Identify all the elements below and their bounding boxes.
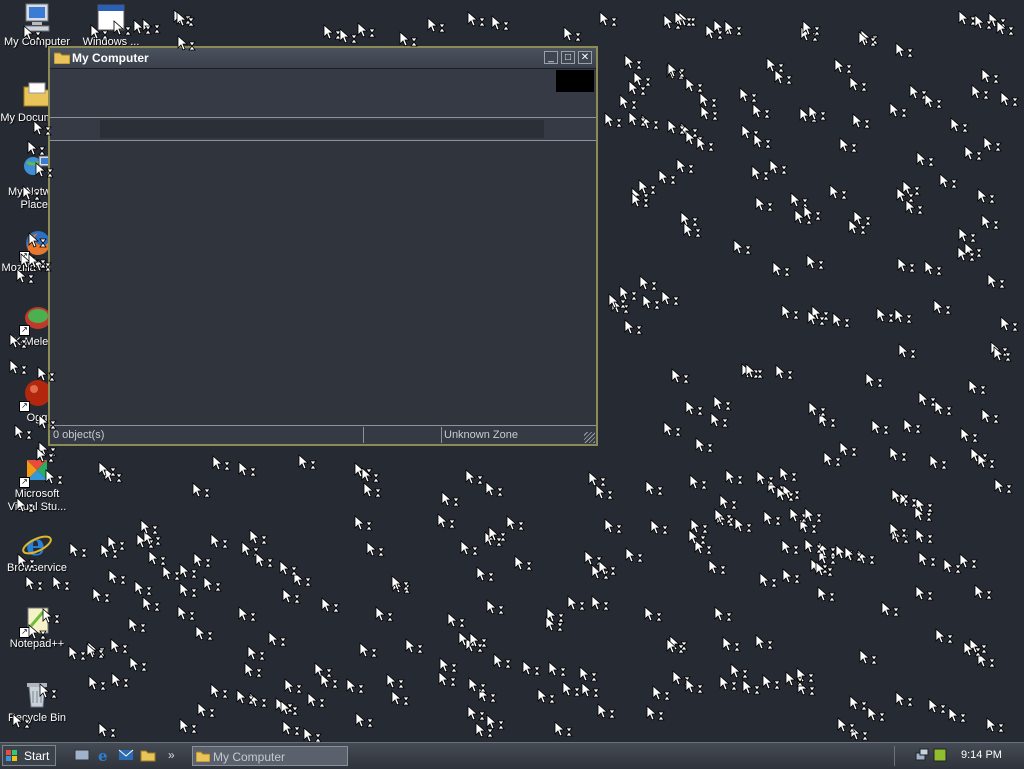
maximize-button[interactable]: □ [561, 51, 575, 64]
quick-launch-overflow[interactable]: » [168, 748, 175, 762]
shortcut-arrow-icon: ↗ [19, 251, 30, 262]
desktop-icon-browservice[interactable]: e Browservice [0, 528, 74, 575]
minimize-button[interactable]: _ [544, 51, 558, 64]
clock: 9:14 PM [961, 749, 1002, 761]
start-button[interactable]: Start [2, 745, 56, 766]
tray-app-icon[interactable] [933, 748, 947, 762]
shortcut-arrow-icon: ↗ [19, 325, 30, 336]
folder-icon [53, 51, 71, 65]
folder-content-pane[interactable] [50, 141, 596, 426]
window-app-icon [95, 2, 127, 34]
taskbar-button-label: My Computer [213, 750, 286, 764]
desktop-icon-windows-app[interactable]: Windows ... [74, 2, 148, 49]
status-zone: Unknown Zone [444, 429, 518, 441]
windows-throbber [556, 70, 594, 92]
status-bar: 0 object(s) Unknown Zone [50, 425, 596, 444]
address-field[interactable] [100, 120, 544, 138]
my-computer-window: My Computer _ □ ✕ 0 object(s) Unknown Zo… [48, 46, 598, 446]
show-desktop-icon[interactable] [74, 747, 90, 763]
desktop-icon-label: Browservice [7, 562, 67, 574]
visual-studio-icon: ↗ [19, 454, 53, 488]
status-divider [441, 427, 442, 443]
windows-flag-icon [6, 750, 17, 761]
internet-explorer-icon[interactable]: e [96, 747, 112, 763]
window-titlebar[interactable]: My Computer _ □ ✕ [50, 48, 596, 69]
shortcut-arrow-icon: ↗ [19, 401, 30, 412]
desktop-icon-label: Recycle Bin [7, 712, 67, 724]
folder-icon [196, 751, 210, 762]
recycle-bin-icon [21, 678, 53, 710]
status-divider [363, 427, 364, 443]
network-tray-icon[interactable] [915, 748, 929, 762]
close-button[interactable]: ✕ [578, 51, 592, 64]
desktop-icon-label: Microsoft Visual Stu... [7, 488, 67, 513]
resize-grip[interactable] [584, 432, 595, 443]
status-object-count: 0 object(s) [53, 429, 105, 441]
start-label: Start [24, 749, 50, 763]
desktop-icon-label: Notepad++ [9, 638, 65, 650]
window-title: My Computer [72, 51, 149, 65]
taskbar-button-my-computer[interactable]: My Computer [192, 746, 348, 766]
svg-text:e: e [98, 747, 108, 763]
taskbar: Start e » My Computer 9:14 PM [0, 742, 1024, 769]
desktop-icon-recycle-bin[interactable]: Recycle Bin [0, 678, 74, 725]
shortcut-arrow-icon: ↗ [19, 627, 30, 638]
computer-icon [21, 2, 53, 34]
outlook-icon[interactable] [118, 747, 134, 763]
address-bar [50, 118, 596, 141]
folder-icon[interactable] [140, 747, 156, 763]
notepad-plus-icon: ↗ [19, 604, 53, 638]
shortcut-arrow-icon: ↗ [19, 477, 30, 488]
desktop-icon-my-computer[interactable]: My Computer [0, 2, 74, 49]
desktop-icon-visual-studio[interactable]: ↗ Microsoft Visual Stu... [0, 454, 74, 514]
system-tray: 9:14 PM [894, 746, 1023, 766]
internet-explorer-icon: e [21, 528, 53, 563]
desktop-icon-notepad-plus[interactable]: ↗ Notepad++ [0, 604, 74, 651]
toolbar [50, 69, 596, 118]
